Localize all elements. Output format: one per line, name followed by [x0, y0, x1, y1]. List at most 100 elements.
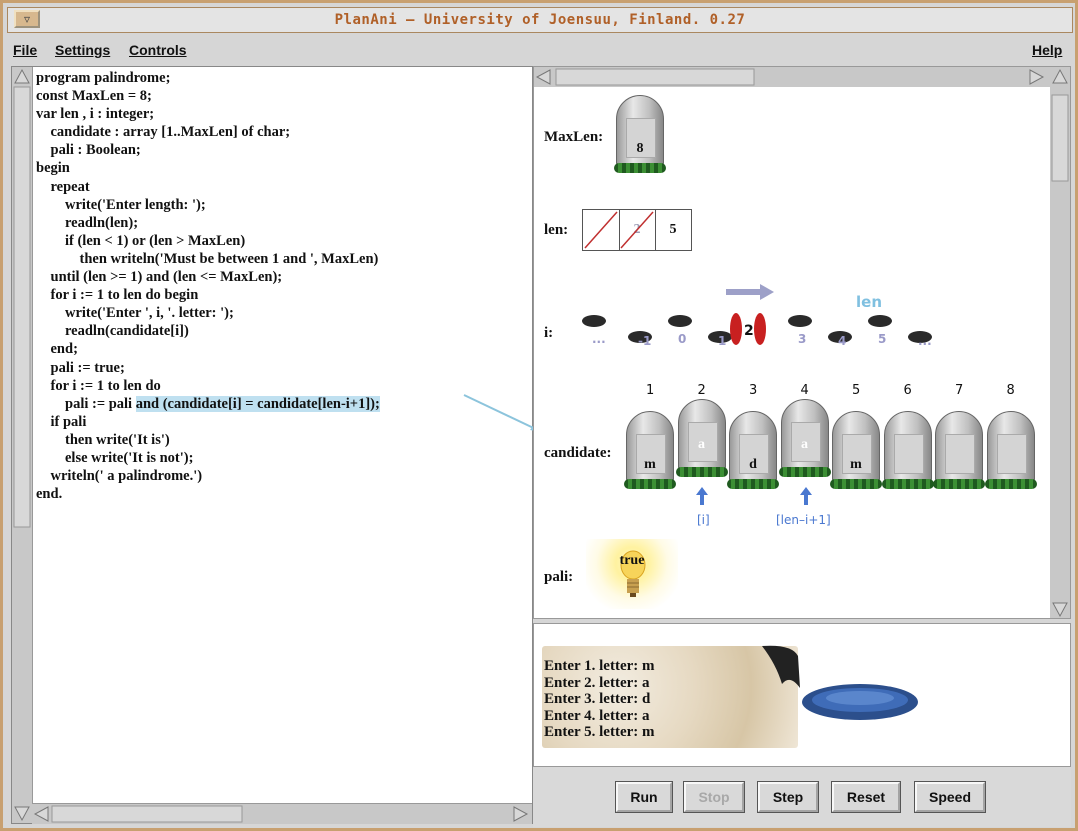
- scroll-right-arrow-icon[interactable]: [513, 806, 529, 822]
- i-step-label: ...: [592, 332, 606, 346]
- code-line-text: write('Enter ', i, '. letter: ');: [36, 305, 234, 322]
- menu-settings-label: Settings: [55, 42, 111, 58]
- vis-vscroll-thumb[interactable]: [1051, 94, 1069, 182]
- code-line-text: for i := 1 to len do: [36, 377, 161, 394]
- candidate-cell: a: [675, 399, 728, 477]
- code-line: until (len >= 1) and (len <= MaxLen);: [36, 268, 380, 286]
- code-line: then writeln('Must be between 1 and ', M…: [36, 250, 380, 268]
- i-step-label: 1: [718, 334, 726, 348]
- code-line-text: program palindrome;: [36, 70, 171, 86]
- code-vertical-scrollbar[interactable]: [12, 67, 33, 823]
- i-footprint-track: ... -1 0 1 3 4 5 ... 2: [582, 313, 932, 348]
- speed-button[interactable]: Speed: [915, 782, 985, 812]
- code-line: program palindrome;: [36, 69, 380, 87]
- code-line: begin: [36, 159, 380, 177]
- console-paper: Enter 1. letter: m Enter 2. letter: a Ente…: [542, 645, 800, 748]
- input-plate-icon: [802, 684, 918, 720]
- code-line-text: then writeln('Must be between 1 and ', M…: [36, 250, 379, 267]
- code-line: readln(len);: [36, 214, 380, 232]
- menu-controls[interactable]: Controls: [129, 42, 187, 58]
- scroll-up-arrow-icon[interactable]: [14, 68, 30, 84]
- step-button[interactable]: Step: [758, 782, 818, 812]
- code-line: write('Enter length: ');: [36, 196, 380, 214]
- i-step-label: 0: [678, 332, 686, 346]
- candidate-index: 4: [800, 383, 809, 398]
- i-label: i:: [544, 325, 554, 341]
- console-line: Enter 5. letter: m: [544, 724, 655, 740]
- candidate-label: candidate:: [544, 445, 612, 461]
- scroll-left-arrow-icon[interactable]: [33, 806, 49, 822]
- maxlen-value: 8: [636, 141, 644, 156]
- code-line: end.: [36, 485, 380, 503]
- candidate-cell: a: [778, 399, 831, 477]
- menu-settings[interactable]: Settings: [55, 42, 110, 58]
- console-line: Enter 1. letter: m: [544, 658, 655, 674]
- code-line: end;: [36, 340, 380, 358]
- pali-lightbulb: true: [586, 539, 678, 609]
- candidate-cell: d: [727, 411, 779, 489]
- direction-arrow-icon: [726, 284, 774, 300]
- window-title: PlanAni – University of Joensuu, Finland…: [334, 12, 746, 28]
- code-line-text: pali : Boolean;: [36, 142, 141, 159]
- candidate-index: 6: [903, 383, 912, 398]
- highlighted-code: and (candidate[i] = candidate[len-i+1]);: [135, 395, 380, 412]
- len-cell-2: 2: [619, 210, 656, 250]
- scroll-down-arrow-icon[interactable]: [14, 806, 30, 822]
- code-line: readln(candidate[i]): [36, 322, 380, 340]
- len-cell-2-strike: [620, 211, 654, 249]
- code-line-text: repeat: [36, 178, 90, 195]
- code-line: for i := 1 to len do: [36, 377, 380, 395]
- code-line-text: end;: [36, 341, 78, 358]
- reset-button[interactable]: Reset: [832, 782, 900, 812]
- pointer-rev-label: [len–i+1]: [776, 513, 831, 527]
- menu-controls-label: Controls: [129, 42, 187, 58]
- run-button[interactable]: Run: [616, 782, 672, 812]
- len-cell-1: [583, 210, 620, 250]
- menu-bar: File Settings Controls Help: [7, 37, 1073, 63]
- menu-help[interactable]: Help: [1032, 42, 1062, 58]
- code-line: for i := 1 to len do begin: [36, 286, 380, 304]
- code-line-text: end.: [36, 486, 63, 503]
- code-line: write('Enter ', i, '. letter: ');: [36, 304, 380, 322]
- code-scrollbar-graphics: [13, 68, 31, 822]
- code-line-text: then write('It is'): [36, 431, 170, 448]
- stop-button[interactable]: Stop: [684, 782, 744, 812]
- code-line-text: for i := 1 to len do begin: [36, 287, 199, 304]
- code-line: pali : Boolean;: [36, 141, 380, 159]
- i-current-value: 2: [744, 323, 754, 339]
- pointer-i-label: [i]: [697, 513, 710, 527]
- code-line-text: var len , i : integer;: [36, 106, 155, 123]
- code-line: if pali: [36, 413, 380, 431]
- candidate-cell: m: [830, 411, 882, 489]
- menu-help-label: Help: [1032, 42, 1063, 58]
- i-step-label: 5: [878, 332, 886, 346]
- i-step-label: -1: [638, 334, 651, 348]
- i-step-label: ...: [918, 334, 932, 348]
- maxlen-label: MaxLen:: [544, 129, 604, 145]
- candidate-index: 2: [697, 383, 706, 398]
- code-horizontal-scrollbar[interactable]: [32, 803, 532, 824]
- menu-file[interactable]: File: [13, 42, 37, 58]
- vis-hscroll-thumb[interactable]: [555, 68, 755, 86]
- len-current-value: 5: [669, 222, 677, 237]
- code-line-text: begin: [36, 160, 70, 177]
- code-vscroll-thumb[interactable]: [13, 86, 31, 528]
- control-button-bar: Run Stop Step Reset Speed: [533, 767, 1071, 827]
- code-hscroll-thumb[interactable]: [51, 805, 243, 823]
- i-step-label: 4: [838, 334, 846, 348]
- code-line-text: pali := pali: [36, 395, 136, 412]
- pointer-i-arrow-icon: [696, 487, 708, 505]
- code-line-text: until (len >= 1) and (len <= MaxLen);: [36, 269, 283, 286]
- candidate-value: a: [698, 437, 705, 452]
- title-bar[interactable]: ▿ PlanAni – University of Joensuu, Finla…: [7, 7, 1073, 33]
- candidate-index: 8: [1006, 383, 1015, 398]
- code-line: repeat: [36, 178, 380, 196]
- len-cell-1-strike: [584, 211, 618, 249]
- code-pane: program palindrome; const MaxLen = 8; var …: [11, 66, 533, 824]
- code-line: candidate : array [1..MaxLen] of char;: [36, 123, 380, 141]
- footprint-icon: [868, 315, 892, 327]
- pali-label: pali:: [544, 569, 574, 585]
- candidate-value: m: [850, 457, 862, 472]
- candidate-index: 3: [749, 383, 758, 398]
- candidate-value: m: [644, 457, 656, 472]
